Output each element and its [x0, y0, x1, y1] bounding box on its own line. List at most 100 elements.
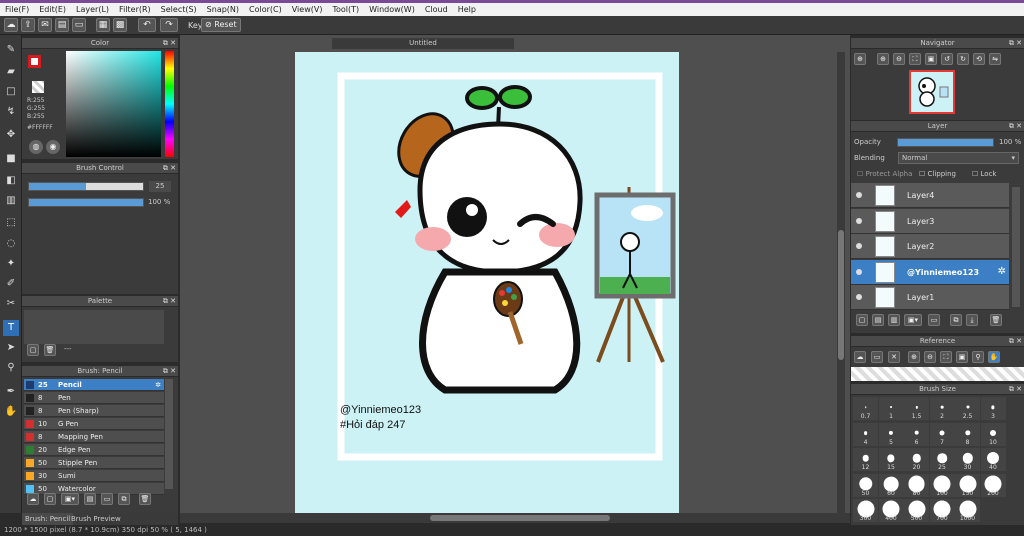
brush-size-option[interactable]: 25: [929, 448, 955, 471]
operation-icon[interactable]: ➤: [3, 340, 19, 356]
fit-icon[interactable]: ⛶: [909, 53, 921, 65]
select-eraser-icon[interactable]: ✂: [3, 296, 19, 312]
brush-folder-icon[interactable]: ▭: [101, 493, 113, 505]
zoom-out-icon[interactable]: ⊖: [924, 351, 936, 363]
brush-size-option[interactable]: 1000: [955, 499, 980, 522]
color-settings-icon[interactable]: ◉: [46, 140, 60, 154]
brush-size-option[interactable]: 7: [929, 422, 955, 446]
tab-brush-pencil[interactable]: Brush: Pencil: [22, 513, 74, 525]
brush-item[interactable]: 8 Mapping Pen: [24, 431, 164, 443]
select-pen-icon[interactable]: ✐: [3, 276, 19, 292]
menu-filter[interactable]: Filter(R): [114, 3, 156, 16]
eyedropper-icon[interactable]: ⚲: [3, 360, 19, 376]
reference-viewer[interactable]: [851, 367, 1024, 381]
layer-row[interactable]: Layer3: [851, 208, 1009, 234]
menu-select[interactable]: Select(S): [156, 3, 202, 16]
gradient-icon[interactable]: ▥: [3, 193, 19, 209]
brush-size-option[interactable]: 30: [955, 448, 980, 471]
gear-icon[interactable]: ✲: [998, 266, 1006, 277]
layout-icon[interactable]: ▦: [96, 18, 110, 32]
drawing-canvas[interactable]: @Yinniemeo123 #Hỏi đáp 247: [295, 52, 679, 513]
actual-size-icon[interactable]: ▣: [956, 351, 968, 363]
panel-icon[interactable]: ▤: [55, 18, 69, 32]
panel-close-icon[interactable]: ⧉ ✕: [163, 38, 176, 49]
menu-edit[interactable]: Edit(E): [34, 3, 71, 16]
rotate-left-icon[interactable]: ↺: [941, 53, 953, 65]
protect-alpha-checkbox[interactable]: ☐ Protect Alpha: [857, 170, 912, 178]
comment-icon[interactable]: ✉: [38, 18, 52, 32]
layer-list-scrollbar[interactable]: [1012, 187, 1020, 307]
zoom-in-small-icon[interactable]: ⊕: [877, 53, 889, 65]
cloud-icon[interactable]: ☁: [4, 18, 18, 32]
new-brush-icon[interactable]: ▢: [44, 493, 56, 505]
magic-wand-icon[interactable]: ✦: [3, 256, 19, 272]
brush-item[interactable]: 50 Stipple Pen: [24, 457, 164, 469]
menu-help[interactable]: Help: [453, 3, 481, 16]
select-icon[interactable]: ⬚: [3, 215, 19, 231]
brush-size-option[interactable]: 15: [878, 448, 904, 471]
delete-palette-icon[interactable]: 🗑: [44, 344, 56, 356]
layer-row[interactable]: Layer1: [851, 285, 1009, 310]
brush-list-scrollbar[interactable]: [165, 379, 173, 489]
brush-size-option[interactable]: 8: [955, 422, 980, 446]
clipping-checkbox[interactable]: ☐ Clipping: [919, 170, 956, 178]
canvas-vertical-scrollbar[interactable]: [837, 52, 845, 513]
palette-swatch-area[interactable]: [24, 310, 164, 344]
rect-select-icon[interactable]: □: [3, 84, 19, 100]
eraser-icon[interactable]: ▰: [3, 64, 19, 80]
visibility-icon[interactable]: [856, 294, 862, 300]
text-icon[interactable]: T: [3, 320, 19, 336]
canvas-horizontal-scrollbar[interactable]: [180, 513, 850, 523]
panel-close-icon[interactable]: ⧉ ✕: [163, 366, 176, 377]
delete-layer-icon[interactable]: 🗑: [990, 314, 1002, 326]
move-icon[interactable]: ✥: [3, 127, 19, 143]
brush-size-option[interactable]: 10: [980, 422, 1006, 446]
brush-opacity-slider[interactable]: [28, 198, 144, 207]
brush-icon[interactable]: ✎: [3, 42, 19, 58]
bucket-icon[interactable]: ◧: [3, 173, 19, 189]
visibility-icon[interactable]: [856, 268, 862, 275]
export-icon[interactable]: ⇪: [21, 18, 35, 32]
layer-opacity-slider[interactable]: [897, 138, 994, 147]
brush-size-option[interactable]: 300: [853, 499, 878, 522]
saturation-value-picker[interactable]: [66, 51, 161, 157]
brush-size-option[interactable]: 2: [929, 397, 955, 420]
brush-size-option[interactable]: 1: [878, 397, 904, 420]
hand-icon[interactable]: ✋: [988, 351, 1000, 363]
layer-row[interactable]: @Yinniemeo123 ✲: [851, 259, 1009, 285]
menu-tool[interactable]: Tool(T): [327, 3, 364, 16]
visibility-icon[interactable]: [856, 217, 862, 224]
menu-file[interactable]: File(F): [0, 3, 34, 16]
lock-checkbox[interactable]: ☐ Lock: [972, 170, 996, 178]
new-palette-icon[interactable]: ▢: [27, 344, 39, 356]
menu-layer[interactable]: Layer(L): [71, 3, 114, 16]
brush-size-option[interactable]: 3: [980, 397, 1006, 420]
menu-view[interactable]: View(V): [287, 3, 328, 16]
brush-size-option[interactable]: 500: [904, 499, 929, 522]
close-icon[interactable]: ✕: [888, 351, 900, 363]
panel-close-icon[interactable]: ⧉ ✕: [163, 163, 176, 174]
zoom-in-icon[interactable]: ⊕: [908, 351, 920, 363]
eyedropper-icon[interactable]: ⚲: [972, 351, 984, 363]
brush-file-icon[interactable]: ▤: [84, 493, 96, 505]
menu-color[interactable]: Color(C): [244, 3, 287, 16]
new-layer-icon[interactable]: ▢: [856, 314, 868, 326]
brush-item[interactable]: 20 Edge Pen: [24, 444, 164, 456]
brush-size-option[interactable]: 40: [980, 448, 1006, 471]
panel-close-icon[interactable]: ⧉ ✕: [1009, 336, 1022, 347]
duplicate-layer-icon[interactable]: ⧉: [950, 314, 962, 326]
reset-button[interactable]: ⊘ Reset: [201, 18, 241, 32]
brush-size-slider[interactable]: [28, 182, 144, 191]
panel-close-icon[interactable]: ⧉ ✕: [1009, 38, 1022, 49]
add-brush-icon[interactable]: ▣▾: [61, 493, 79, 505]
brush-size-value[interactable]: 25: [149, 181, 171, 192]
brush-size-option[interactable]: 400: [878, 499, 904, 522]
brush-size-option[interactable]: 5: [878, 422, 904, 446]
brush-size-option[interactable]: 1.5: [904, 397, 929, 420]
cloud-brush-icon[interactable]: ☁: [27, 493, 39, 505]
brush-size-option[interactable]: 100: [929, 473, 955, 497]
hand-icon[interactable]: ✋: [3, 404, 19, 420]
layer-row[interactable]: Layer4: [851, 183, 1009, 208]
brush-item[interactable]: 25 Pencil ✲: [24, 379, 164, 391]
actual-size-icon[interactable]: ▣: [925, 53, 937, 65]
